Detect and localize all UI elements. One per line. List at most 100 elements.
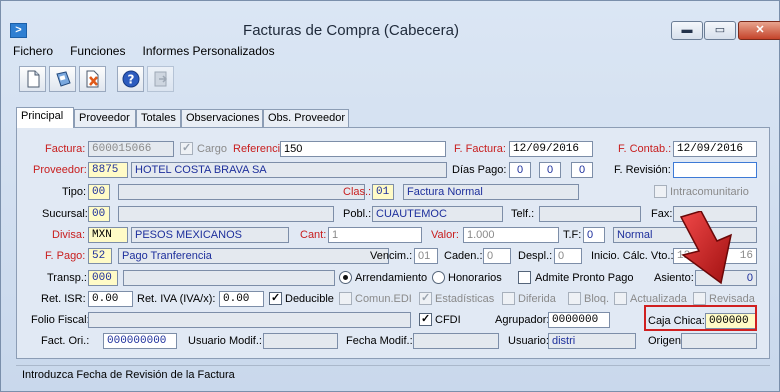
usuario-modif-field: [263, 333, 338, 349]
cant-field[interactable]: 1: [328, 227, 422, 243]
arrendamiento-radio[interactable]: [339, 271, 352, 284]
tab-totales[interactable]: Totales: [136, 109, 181, 127]
arrendamiento-label: Arrendamiento: [355, 272, 428, 284]
transp-label: Transp.:: [47, 272, 87, 284]
help-button[interactable]: ?: [117, 66, 144, 92]
estadisticas-checkbox[interactable]: [419, 291, 432, 305]
f-revision-field[interactable]: [673, 162, 757, 178]
maximize-icon: ▭: [714, 24, 726, 36]
cargo-label: Cargo: [197, 143, 227, 155]
tab-proveedor[interactable]: Proveedor: [74, 109, 136, 127]
usuario-label: Usuario:: [508, 335, 549, 347]
tab-observaciones[interactable]: Observaciones: [181, 109, 263, 127]
tipo-code-field[interactable]: 00: [88, 184, 110, 200]
tf-code-field[interactable]: 0: [583, 227, 605, 243]
cfdi-checkbox[interactable]: [419, 312, 432, 326]
bloq-label: Bloq.: [584, 293, 610, 305]
new-document-icon: [27, 70, 40, 88]
revisada-label: Revisada: [709, 293, 755, 305]
caden-field[interactable]: 0: [483, 248, 511, 264]
menu-informes[interactable]: Informes Personalizados: [143, 44, 275, 58]
bloq-checkbox[interactable]: [568, 292, 581, 305]
exit-icon: [154, 71, 168, 87]
cant-label: Cant:: [300, 229, 327, 241]
agrupador-field[interactable]: 0000000: [548, 312, 610, 328]
fecha-modif-label: Fecha Modif.:: [346, 335, 413, 347]
origen-field: [681, 333, 757, 349]
dias-pago-2-field[interactable]: 0: [539, 162, 561, 178]
diferida-checkbox[interactable]: [502, 292, 515, 305]
telf-field: [539, 206, 641, 222]
dias-pago-3-field[interactable]: 0: [571, 162, 593, 178]
f-pago-label: F. Pago:: [45, 250, 86, 262]
menu-fichero[interactable]: Fichero: [13, 44, 53, 58]
honorarios-radio[interactable]: [432, 271, 445, 284]
deducible-checkbox[interactable]: [269, 291, 282, 305]
minimize-button[interactable]: ▬: [671, 21, 703, 40]
intracomunitario-checkbox[interactable]: [654, 185, 667, 198]
revisada-checkbox[interactable]: [693, 292, 706, 305]
valor-field[interactable]: 1.000: [463, 227, 559, 243]
usuario-field: distri: [548, 333, 636, 349]
pobl-field: CUAUTEMOC: [372, 206, 503, 222]
tab-obs-proveedor[interactable]: Obs. Proveedor: [263, 109, 349, 127]
divisa-code-field[interactable]: MXN: [88, 227, 128, 243]
despl-label: Despl.:: [518, 250, 553, 262]
ret-isr-field[interactable]: 0.00: [88, 291, 133, 307]
new-document-button[interactable]: [19, 66, 46, 92]
f-contab-field[interactable]: 12/09/2016: [673, 141, 757, 157]
close-icon: ✕: [755, 24, 765, 36]
dias-pago-1-field[interactable]: 0: [509, 162, 531, 178]
clas-code-field[interactable]: 01: [372, 184, 394, 200]
help-icon: ?: [122, 70, 140, 88]
valor-label: Valor:: [431, 229, 459, 241]
actualizada-checkbox[interactable]: [614, 292, 627, 305]
fact-ori-field[interactable]: 000000000: [103, 333, 177, 349]
despl-field[interactable]: 0: [554, 248, 582, 264]
referencia-field[interactable]: 150: [280, 141, 446, 157]
save-button[interactable]: [49, 66, 76, 92]
cargo-checkbox[interactable]: [180, 141, 193, 155]
vencim-field[interactable]: 01: [414, 248, 438, 264]
status-text: Introduzca Fecha de Revisión de la Factu…: [22, 369, 235, 381]
cfdi-label: CFDI: [435, 314, 461, 326]
ret-iva-field[interactable]: 0.00: [219, 291, 264, 307]
ret-iva-label: Ret. IVA (IVA/x):: [137, 293, 216, 305]
vencim-label: Vencim.:: [370, 250, 413, 262]
tipo-name-field: [118, 184, 365, 200]
folio-fiscal-label: Folio Fiscal:: [31, 314, 90, 326]
sucursal-code-field[interactable]: 00: [88, 206, 110, 222]
app-window: > Facturas de Compra (Cabecera) ▬ ▭ ✕ Fi…: [0, 0, 780, 392]
caja-chica-highlight: [644, 305, 757, 331]
menu-funciones[interactable]: Funciones: [70, 44, 125, 58]
status-bar: Introduzca Fecha de Revisión de la Factu…: [16, 365, 770, 383]
actualizada-label: Actualizada: [630, 293, 687, 305]
f-factura-field[interactable]: 12/09/2016: [509, 141, 593, 157]
fact-ori-label: Fact. Ori.:: [41, 335, 90, 347]
proveedor-label: Proveedor:: [33, 164, 87, 176]
exit-button[interactable]: [147, 66, 174, 92]
maximize-button[interactable]: ▭: [704, 21, 736, 40]
caden-label: Caden.:: [444, 250, 483, 262]
tab-principal[interactable]: Principal: [16, 107, 74, 128]
intracomunitario-label: Intracomunitario: [670, 186, 749, 198]
minimize-icon: ▬: [681, 24, 693, 36]
f-contab-label: F. Contab.:: [618, 143, 672, 155]
f-pago-code-field[interactable]: 52: [88, 248, 112, 264]
inicio-calc-vto-label: Inicio. Cálc. Vto.:: [591, 250, 674, 262]
pronto-pago-checkbox[interactable]: [518, 271, 531, 284]
close-button[interactable]: ✕: [738, 21, 780, 40]
folio-fiscal-field: [88, 312, 411, 328]
transp-code-field[interactable]: 000: [88, 270, 118, 286]
pointer-arrow-icon: [679, 211, 733, 285]
comun-edi-label: Comun.EDI: [355, 293, 412, 305]
divisa-label: Divisa:: [52, 229, 86, 241]
delete-button[interactable]: [79, 66, 106, 92]
deducible-label: Deducible: [285, 293, 334, 305]
proveedor-code-field[interactable]: 8875: [88, 162, 128, 178]
divisa-name-field: PESOS MEXICANOS: [131, 227, 289, 243]
transp-name-field: [123, 270, 335, 286]
factura-field[interactable]: 600015066: [88, 141, 174, 157]
comun-edi-checkbox[interactable]: [339, 292, 352, 305]
agrupador-label: Agrupador:: [495, 314, 550, 326]
